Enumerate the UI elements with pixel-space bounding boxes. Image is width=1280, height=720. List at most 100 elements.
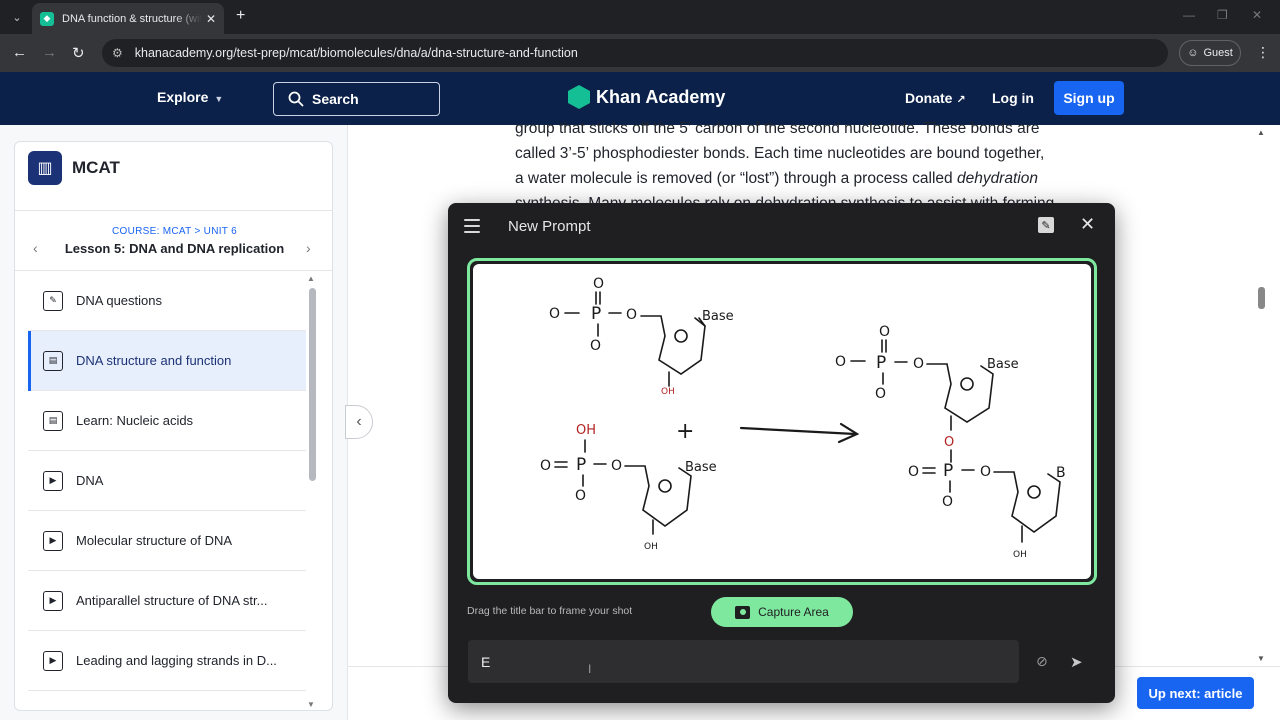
- video-play-icon: ▶: [43, 530, 63, 551]
- course-breadcrumb[interactable]: COURSE: MCAT > UNIT 6: [15, 226, 332, 237]
- lesson-item-leading-lagging-strands[interactable]: ▶ Leading and lagging strands in D...: [28, 631, 306, 691]
- dialog-title[interactable]: New Prompt: [508, 218, 591, 235]
- browser-address-bar: ← → ↻ ⚙ khanacademy.org/test-prep/mcat/b…: [0, 34, 1280, 72]
- tab-close-icon[interactable]: ✕: [206, 12, 216, 26]
- oxygen-label: O: [593, 276, 604, 292]
- hydroxyl-label: OH: [576, 423, 596, 438]
- text-cursor-icon: I: [588, 662, 592, 676]
- back-arrow-icon[interactable]: ←: [12, 44, 27, 61]
- send-icon[interactable]: ➤: [1070, 653, 1083, 671]
- capture-hint-text: Drag the title bar to frame your shot: [467, 605, 633, 617]
- browser-menu-icon[interactable]: ⋮: [1256, 44, 1270, 61]
- lesson-item-label: DNA: [76, 473, 104, 488]
- profile-icon: ☺: [1187, 47, 1199, 59]
- base-label-short: B: [1056, 465, 1066, 481]
- article-line: a water molecule is removed (or “lost”) …: [515, 166, 1095, 191]
- lesson-nav-card: ▥ MCAT COURSE: MCAT > UNIT 6 ‹ Lesson 5:…: [14, 141, 333, 711]
- search-icon: [288, 91, 304, 107]
- next-lesson-chevron-icon[interactable]: ›: [306, 240, 311, 256]
- lesson-item-dna[interactable]: ▶ DNA: [28, 451, 306, 511]
- course-book-icon: ▥: [28, 151, 62, 185]
- maximize-icon[interactable]: ❐: [1217, 8, 1228, 22]
- lesson-item-dna-questions[interactable]: ✎ DNA questions: [28, 271, 306, 331]
- oxygen-label: O: [626, 307, 637, 323]
- minimize-icon[interactable]: —: [1183, 8, 1195, 22]
- oxygen-label: O: [575, 488, 586, 504]
- tab-title: DNA function & structure (with: [62, 12, 202, 25]
- hamburger-menu-icon[interactable]: [464, 219, 480, 233]
- hydroxyl-label: OH: [644, 542, 658, 552]
- caret-down-icon: ▼: [214, 94, 224, 104]
- list-scrollbar-thumb[interactable]: [309, 288, 316, 481]
- logo-text: Khan Academy: [596, 86, 726, 107]
- lesson-item-molecular-structure[interactable]: ▶ Molecular structure of DNA: [28, 511, 306, 571]
- url-omnibox[interactable]: ⚙ khanacademy.org/test-prep/mcat/biomole…: [102, 39, 1168, 67]
- page-scroll-down-icon[interactable]: ▼: [1257, 654, 1265, 663]
- base-label: Base: [685, 460, 717, 475]
- article-line: group that sticks off the 5’ carbon of t…: [515, 120, 1040, 137]
- base-label: Base: [702, 309, 734, 324]
- article-document-icon: ▤: [43, 410, 63, 431]
- new-tab-button[interactable]: +: [236, 7, 245, 25]
- oxygen-label: O: [875, 386, 886, 402]
- signup-button[interactable]: Sign up: [1054, 81, 1124, 115]
- explore-menu-button[interactable]: Explore ▼: [157, 89, 223, 105]
- phosphorus-label: P: [876, 353, 886, 373]
- bridging-oxygen-label: O: [944, 435, 954, 450]
- oxygen-label: O: [549, 306, 560, 322]
- edit-pencil-icon[interactable]: ✎: [1038, 217, 1054, 233]
- khan-academy-logo-icon: [568, 85, 590, 109]
- video-play-icon: ▶: [43, 650, 63, 671]
- captured-drawing: O O P O O Base OH OH O P O O Base OH + O…: [473, 264, 1091, 579]
- oxygen-label: O: [942, 494, 953, 510]
- prompt-input[interactable]: [468, 640, 1019, 683]
- tab-search-chevron-icon[interactable]: ⌄: [6, 6, 28, 28]
- capture-area-button[interactable]: Capture Area: [711, 597, 853, 627]
- lesson-item-dna-structure-and-function[interactable]: ▤ DNA structure and function: [28, 331, 306, 391]
- lesson-item-label: Learn: Nucleic acids: [76, 413, 194, 428]
- phosphorus-label: P: [591, 304, 601, 324]
- new-prompt-dialog: New Prompt ✎ ✕ O O P O O Base OH OH O P …: [448, 203, 1115, 703]
- profile-guest-button[interactable]: ☺ Guest: [1179, 40, 1241, 66]
- course-title[interactable]: MCAT: [72, 158, 120, 178]
- video-play-icon: ▶: [43, 470, 63, 491]
- reload-icon[interactable]: ↻: [72, 44, 85, 62]
- lesson-title: Lesson 5: DNA and DNA replication: [64, 241, 285, 256]
- page-scroll-up-icon[interactable]: ▲: [1257, 128, 1265, 137]
- dinucleotide-product: O O P O O Base O O P O O B OH: [835, 324, 1066, 560]
- donate-link[interactable]: Donate ↗: [905, 90, 966, 106]
- oxygen-label: O: [980, 464, 991, 480]
- site-info-icon[interactable]: ⚙: [112, 46, 123, 60]
- collapse-sidebar-chevron-icon[interactable]: ‹: [345, 405, 373, 439]
- list-scroll-up-icon[interactable]: ▲: [307, 274, 315, 283]
- up-next-button[interactable]: Up next: article: [1137, 677, 1254, 709]
- forward-arrow-icon[interactable]: →: [42, 44, 57, 61]
- course-sidebar: ▥ MCAT COURSE: MCAT > UNIT 6 ‹ Lesson 5:…: [0, 125, 348, 720]
- phosphorus-label: P: [576, 455, 586, 475]
- capture-area-frame[interactable]: O O P O O Base OH OH O P O O Base OH + O…: [467, 258, 1097, 585]
- camera-off-icon[interactable]: ⊘: [1036, 653, 1048, 670]
- page-scrollbar-thumb[interactable]: [1258, 287, 1265, 309]
- oxygen-label: O: [835, 354, 846, 370]
- login-link[interactable]: Log in: [992, 90, 1034, 106]
- profile-label: Guest: [1203, 47, 1233, 59]
- oxygen-label: O: [540, 458, 551, 474]
- lesson-item-list: ✎ DNA questions ▤ DNA structure and func…: [28, 271, 306, 691]
- divider: [15, 210, 332, 211]
- lesson-item-label: Antiparallel structure of DNA str...: [76, 593, 268, 608]
- donate-label: Donate: [905, 90, 953, 106]
- lesson-item-learn-nucleic-acids[interactable]: ▤ Learn: Nucleic acids: [28, 391, 306, 451]
- article-line-text: a water molecule is removed (or “lost”) …: [515, 170, 953, 187]
- oxygen-label: O: [590, 338, 601, 354]
- search-button[interactable]: Search: [273, 82, 440, 116]
- browser-tab[interactable]: ◆ DNA function & structure (with ✕: [32, 3, 224, 34]
- khan-academy-favicon-icon: ◆: [40, 11, 54, 26]
- hydroxyl-label: OH: [1013, 550, 1027, 560]
- window-close-icon[interactable]: ✕: [1252, 8, 1262, 22]
- list-scroll-down-icon[interactable]: ▼: [307, 700, 315, 709]
- dialog-close-icon[interactable]: ✕: [1080, 214, 1095, 235]
- lesson-item-antiparallel-structure[interactable]: ▶ Antiparallel structure of DNA str...: [28, 571, 306, 631]
- base-label: Base: [987, 357, 1019, 372]
- hydroxyl-label: OH: [661, 387, 675, 397]
- khan-academy-logo[interactable]: Khan Academy: [568, 85, 725, 109]
